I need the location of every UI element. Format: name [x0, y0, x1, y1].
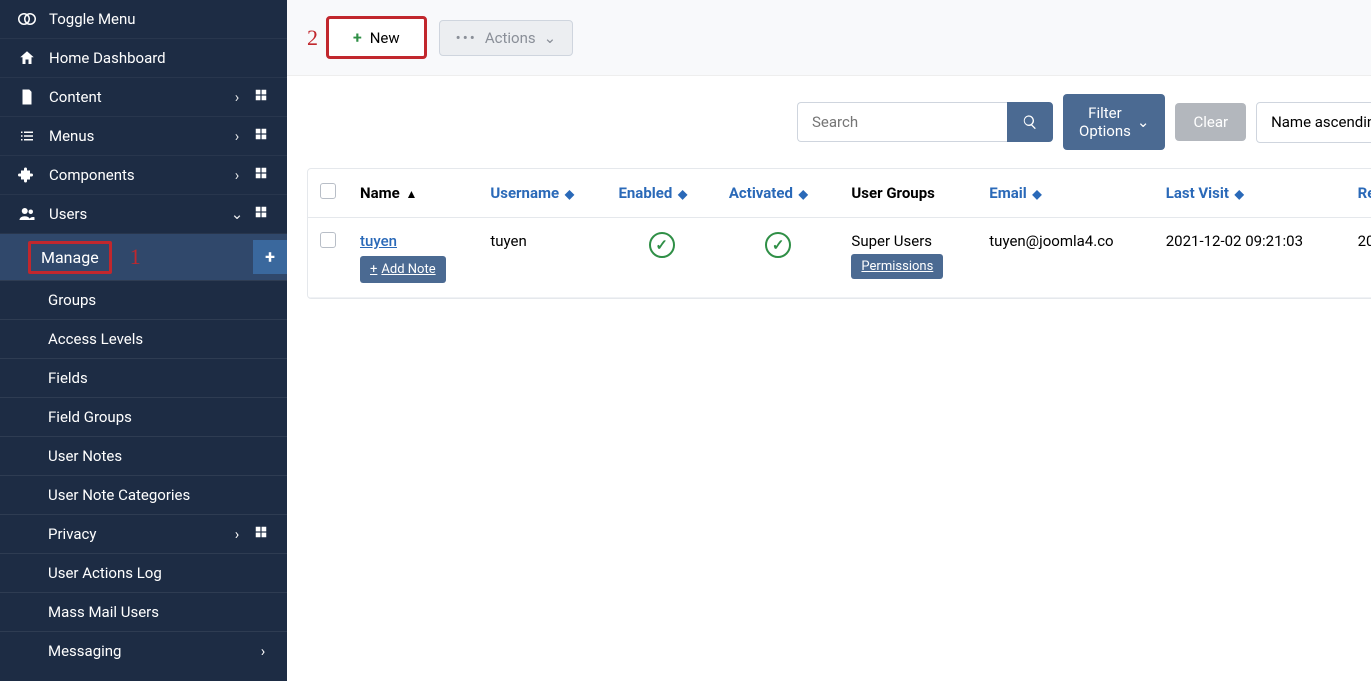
check-circle-icon[interactable]: ✓ [649, 232, 675, 258]
sort-icon: ◆ [799, 187, 808, 201]
new-button[interactable]: + New [326, 16, 427, 59]
toolbar: 2 + New ••• Actions ⌄ Options ? Help [287, 0, 1371, 76]
chevron-right-icon: › [228, 127, 246, 145]
sidebar-item-user-notes[interactable]: User Notes [0, 436, 287, 475]
sidebar-item-messaging[interactable]: Messaging › [0, 631, 287, 670]
sort-icon: ◆ [678, 187, 687, 201]
dashboard-icon[interactable] [250, 127, 272, 145]
sidebar-item-content[interactable]: Content › [0, 78, 287, 117]
search-button[interactable] [1007, 102, 1053, 142]
dashboard-icon[interactable] [250, 88, 272, 106]
add-note-button[interactable]: +Add Note [360, 256, 446, 283]
chevron-right-icon: › [254, 642, 272, 660]
search-icon [1022, 114, 1038, 130]
list-icon [15, 127, 39, 145]
sort-icon: ◆ [1235, 187, 1244, 201]
manage-highlight: Manage [28, 241, 112, 274]
sort-icon: ◆ [565, 187, 574, 201]
sidebar-item-menus[interactable]: Menus › [0, 117, 287, 156]
sidebar-item-field-groups[interactable]: Field Groups [0, 397, 287, 436]
chevron-down-icon: ⌄ [544, 29, 557, 47]
sidebar-item-privacy[interactable]: Privacy › [0, 514, 287, 553]
main-content: 2 + New ••• Actions ⌄ Options ? Help [287, 0, 1371, 681]
sidebar-item-groups[interactable]: Groups [0, 280, 287, 319]
chevron-down-icon: ⌄ [1137, 113, 1150, 131]
dashboard-icon[interactable] [250, 525, 272, 543]
plus-icon: + [370, 262, 377, 277]
annotation-1: 1 [130, 244, 141, 270]
toggle-menu[interactable]: Toggle Menu [0, 0, 287, 39]
sidebar-item-components[interactable]: Components › [0, 156, 287, 195]
col-email[interactable]: Email ◆ [977, 169, 1153, 218]
file-icon [15, 88, 39, 106]
row-checkbox[interactable] [320, 232, 336, 248]
col-name[interactable]: Name ▲ [348, 169, 478, 218]
user-name-link[interactable]: tuyen [360, 232, 397, 250]
cell-group: Super Users [851, 232, 932, 250]
chevron-right-icon: › [228, 525, 246, 543]
chevron-down-icon: ⌄ [228, 205, 246, 223]
add-user-quick-button[interactable]: + [253, 240, 287, 274]
actions-button[interactable]: ••• Actions ⌄ [439, 20, 574, 56]
sidebar: Toggle Menu Home Dashboard Content › Men… [0, 0, 287, 681]
sort-select[interactable]: Name ascending ⌄ [1256, 102, 1371, 143]
col-username[interactable]: Username ◆ [478, 169, 606, 218]
cell-username: tuyen [478, 218, 606, 298]
filter-options-button[interactable]: Filter Options ⌄ [1063, 94, 1165, 150]
cell-email: tuyen@joomla4.co [977, 218, 1153, 298]
cell-last-visit: 2021-12-02 09:21:03 [1154, 218, 1346, 298]
cell-registered: 2021-12-01 03:10:24 [1346, 218, 1371, 298]
sidebar-item-user-note-categories[interactable]: User Note Categories [0, 475, 287, 514]
sort-icon: ◆ [1032, 187, 1041, 201]
sidebar-item-users[interactable]: Users ⌄ [0, 195, 287, 234]
check-circle-icon[interactable]: ✓ [765, 232, 791, 258]
users-icon [15, 205, 39, 223]
sidebar-item-manage[interactable]: Manage 1 + [0, 234, 287, 280]
sidebar-item-fields[interactable]: Fields [0, 358, 287, 397]
toggle-icon [15, 10, 39, 28]
col-last-visit[interactable]: Last Visit ◆ [1154, 169, 1346, 218]
table-row: tuyen +Add Note tuyen ✓ ✓ Super Users Pe… [308, 218, 1371, 298]
col-activated[interactable]: Activated ◆ [717, 169, 840, 218]
dashboard-icon[interactable] [250, 166, 272, 184]
chevron-right-icon: › [228, 166, 246, 184]
col-user-groups: User Groups [839, 169, 977, 218]
sidebar-item-user-actions-log[interactable]: User Actions Log [0, 553, 287, 592]
dashboard-icon[interactable] [250, 205, 272, 223]
clear-button[interactable]: Clear [1175, 103, 1246, 141]
search-input[interactable] [797, 102, 1007, 142]
search-group [797, 102, 1053, 142]
ellipsis-icon: ••• [456, 29, 477, 47]
users-table: Name ▲ Username ◆ Enabled ◆ Activated ◆ … [307, 168, 1371, 299]
plus-icon: + [353, 28, 362, 47]
sidebar-item-mass-mail[interactable]: Mass Mail Users [0, 592, 287, 631]
puzzle-icon [15, 166, 39, 184]
annotation-2: 2 [307, 25, 318, 51]
home-icon [15, 49, 39, 67]
chevron-right-icon: › [228, 88, 246, 106]
sidebar-item-home[interactable]: Home Dashboard [0, 39, 287, 78]
filter-bar: Filter Options ⌄ Clear Name ascending ⌄ … [287, 76, 1371, 168]
permissions-button[interactable]: Permissions [851, 254, 943, 279]
select-all-checkbox[interactable] [320, 183, 336, 199]
col-enabled[interactable]: Enabled ◆ [606, 169, 716, 218]
col-registered[interactable]: Registered ◆ [1346, 169, 1371, 218]
toggle-label: Toggle Menu [49, 10, 272, 28]
sort-asc-icon: ▲ [405, 187, 417, 201]
sidebar-item-access-levels[interactable]: Access Levels [0, 319, 287, 358]
